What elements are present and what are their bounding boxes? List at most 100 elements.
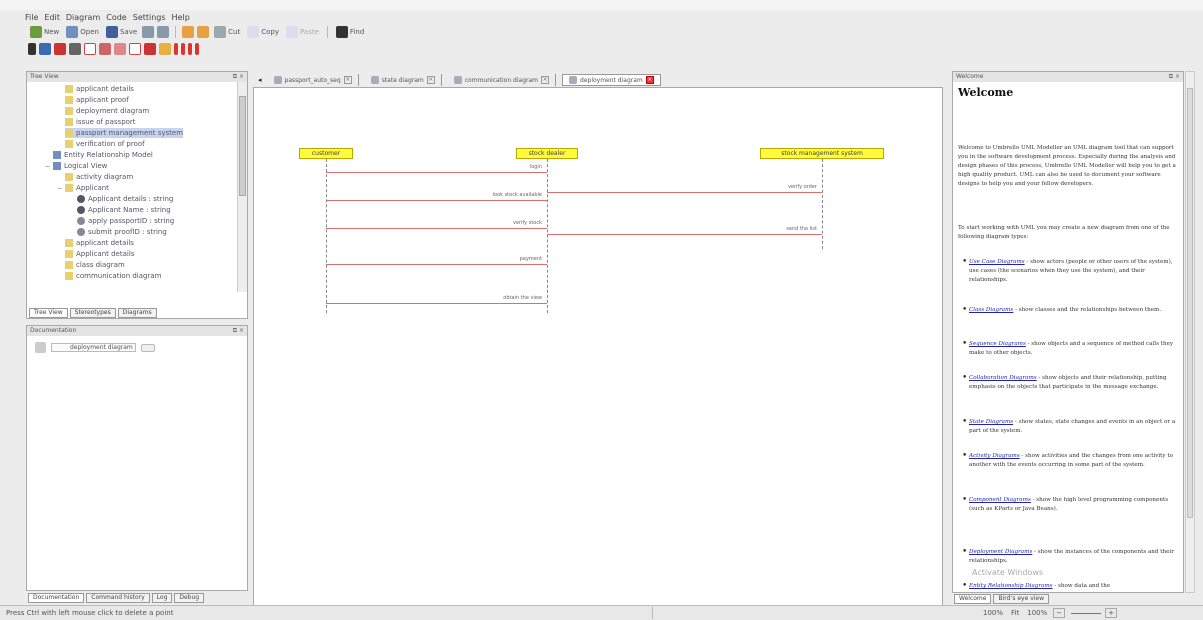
link-sequence[interactable]: Sequence Diagrams	[969, 341, 1026, 347]
link-component[interactable]: Component Diagrams	[969, 497, 1031, 503]
asynchronous-message-icon[interactable]	[181, 43, 185, 55]
tree-item[interactable]: − Logical View	[45, 161, 107, 171]
tab-documentation[interactable]: Documentation	[28, 593, 85, 603]
link-collaboration[interactable]: Collaboration Diagrams	[969, 375, 1037, 381]
tab-command-history[interactable]: Command history	[86, 593, 150, 603]
box-icon[interactable]	[84, 43, 96, 55]
synchronous-message-icon[interactable]	[174, 43, 178, 55]
find-button[interactable]: Find	[334, 25, 366, 39]
tab-passport-auto-seq[interactable]: passport_auto_seq ×	[268, 74, 359, 86]
message-payment[interactable]	[326, 264, 547, 265]
link-activity[interactable]: Activity Diagrams	[969, 453, 1020, 459]
message-icon[interactable]	[54, 43, 66, 55]
documentation-name-field[interactable]: deployment diagram	[51, 343, 136, 352]
tree-item[interactable]: activity diagram	[65, 172, 133, 182]
paste-button[interactable]: Paste	[284, 25, 321, 39]
tree-item[interactable]: issue of passport	[65, 117, 136, 127]
menu-file[interactable]: File	[25, 13, 38, 22]
undo-icon[interactable]	[182, 26, 195, 38]
copy-button[interactable]: Copy	[245, 25, 281, 39]
found-message-icon[interactable]	[188, 43, 192, 55]
end-of-life-icon[interactable]	[144, 43, 156, 55]
tab-log[interactable]: Log	[151, 593, 173, 603]
tree-item[interactable]: applicant details	[65, 84, 134, 94]
open-button[interactable]: Open	[64, 25, 101, 39]
close-icon[interactable]: ⧉ ×	[233, 326, 244, 336]
tree-item[interactable]: applicant proof	[65, 95, 129, 105]
lost-message-icon[interactable]	[195, 43, 199, 55]
tab-diagrams[interactable]: Diagrams	[117, 308, 157, 318]
tree-item[interactable]: Applicant details	[65, 249, 134, 259]
dropdown-icon[interactable]	[141, 343, 155, 352]
tree-item[interactable]: deployment diagram	[65, 106, 149, 116]
tree-item[interactable]: verification of proof	[65, 139, 145, 149]
message-look-stock-available[interactable]	[326, 200, 547, 201]
menu-diagram[interactable]: Diagram	[66, 13, 100, 22]
expand-icon[interactable]: −	[57, 185, 62, 192]
link-entity-relationship[interactable]: Entity Relationship Diagrams	[969, 583, 1053, 589]
print-icon[interactable]	[142, 26, 155, 38]
close-icon[interactable]: ⧉ ×	[1169, 72, 1180, 82]
anchor-icon[interactable]	[99, 43, 111, 55]
scroll-thumb[interactable]	[239, 96, 246, 196]
tab-communication-diagram[interactable]: communication diagram ×	[448, 74, 557, 86]
close-tab-icon[interactable]: ×	[541, 76, 550, 84]
message-obtain-the-view[interactable]	[326, 303, 547, 304]
menu-settings[interactable]: Settings	[133, 13, 166, 22]
menu-help[interactable]: Help	[172, 13, 190, 22]
close-tab-icon[interactable]: ×	[426, 76, 435, 84]
link-deployment[interactable]: Deployment Diagrams	[969, 549, 1032, 555]
expand-icon[interactable]: −	[45, 163, 50, 170]
tab-tree-view[interactable]: Tree View	[29, 308, 68, 318]
tree-item[interactable]: submit proofID : string	[77, 227, 167, 237]
sequence-object-customer[interactable]: customer	[299, 148, 353, 159]
scroll-thumb[interactable]	[1187, 88, 1193, 518]
zoom-in-icon[interactable]: +	[1105, 608, 1117, 618]
new-button[interactable]: New	[28, 25, 61, 39]
sequence-object-stock-management-system[interactable]: stock management system	[760, 148, 884, 159]
tree-item[interactable]: apply passportID : string	[77, 216, 174, 226]
tree-item[interactable]: Entity Relationship Model	[53, 150, 153, 160]
close-icon[interactable]: ⧉ ×	[233, 72, 244, 82]
tree-item[interactable]: Applicant Name : string	[77, 205, 171, 215]
tab-state-diagram[interactable]: state diagram ×	[365, 74, 442, 86]
precondition-icon[interactable]	[129, 43, 141, 55]
message-verify-stock[interactable]	[326, 228, 547, 229]
note-icon[interactable]	[69, 43, 81, 55]
tree-item-selected[interactable]: passport management system	[65, 128, 184, 138]
tab-scroll-left-icon[interactable]: ◂	[258, 76, 262, 84]
diagram-canvas[interactable]: customer stock dealer stock management s…	[253, 87, 943, 607]
tab-welcome[interactable]: Welcome	[954, 594, 992, 604]
tree-item[interactable]: Applicant details : string	[77, 194, 173, 204]
cut-button[interactable]: Cut	[212, 25, 242, 39]
menu-edit[interactable]: Edit	[44, 13, 60, 22]
tree-item[interactable]: class diagram	[65, 260, 125, 270]
link-state[interactable]: State Diagrams	[969, 419, 1013, 425]
tree-item[interactable]: communication diagram	[65, 271, 161, 281]
message-verify-order[interactable]	[547, 192, 822, 193]
redo-icon[interactable]	[197, 26, 210, 38]
tree-scrollbar[interactable]	[237, 82, 247, 292]
tab-debug[interactable]: Debug	[174, 593, 205, 603]
close-tab-icon[interactable]: ×	[343, 76, 352, 84]
save-button[interactable]: Save	[104, 25, 139, 39]
object-icon[interactable]	[39, 43, 51, 55]
tree-item[interactable]: − Applicant	[57, 183, 109, 193]
tab-birds-eye-view[interactable]: Birdʼs eye view	[993, 594, 1050, 604]
select-arrow-icon[interactable]	[28, 43, 36, 55]
combined-fragment-icon[interactable]	[114, 43, 126, 55]
menu-code[interactable]: Code	[106, 13, 126, 22]
folder-note-icon[interactable]	[159, 43, 171, 55]
tab-stereotypes[interactable]: Stereotypes	[69, 308, 116, 318]
message-send-the-list[interactable]	[547, 234, 822, 235]
zoom-out-icon[interactable]: −	[1053, 608, 1066, 618]
message-login[interactable]	[326, 172, 547, 173]
link-class[interactable]: Class Diagrams	[969, 307, 1013, 313]
tab-deployment-diagram[interactable]: deployment diagram ×	[562, 74, 661, 86]
link-use-case[interactable]: Use Case Diagrams	[969, 259, 1025, 265]
tree-item[interactable]: applicant details	[65, 238, 134, 248]
close-tab-icon[interactable]: ×	[645, 76, 654, 84]
zoom-slider[interactable]	[1071, 612, 1102, 614]
fit-button[interactable]: Fit	[1011, 609, 1019, 617]
sequence-object-stock-dealer[interactable]: stock dealer	[516, 148, 578, 159]
